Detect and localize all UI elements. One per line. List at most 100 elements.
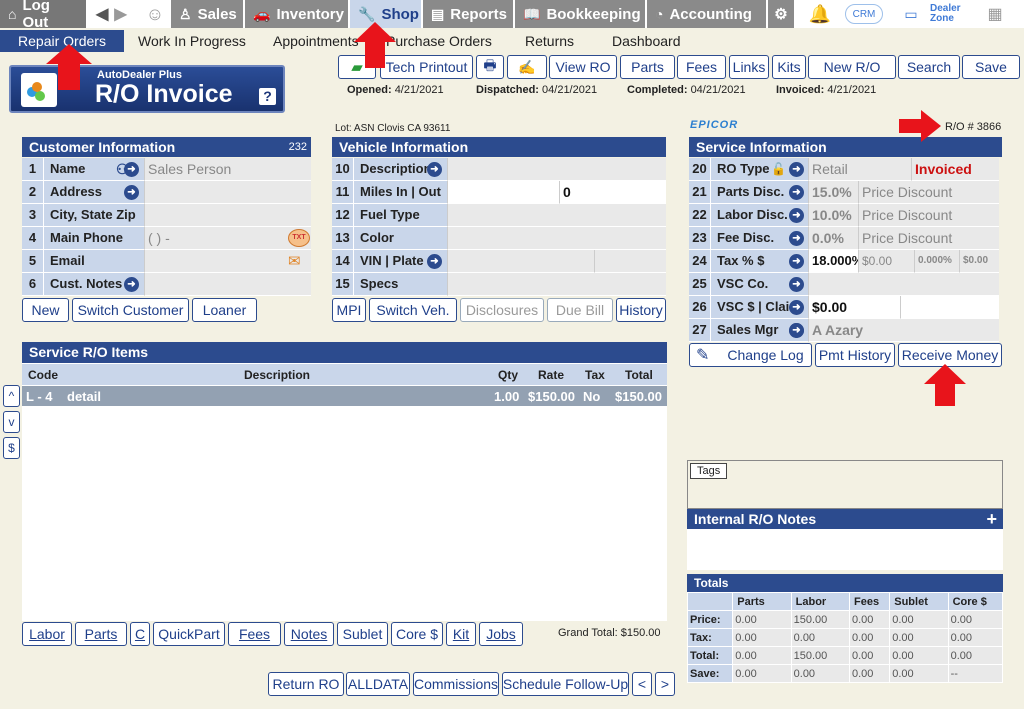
subnav-appointments[interactable]: Appointments [273,30,359,52]
price-button[interactable]: $ [3,437,20,459]
print-button[interactable]: 🖶 [476,55,504,79]
fees-button[interactable]: Fees [677,55,726,79]
sales-manager-field[interactable]: A Azary [808,319,999,342]
save-button[interactable]: Save [962,55,1020,79]
vsc-amount-field[interactable]: $0.00 [808,296,900,319]
plate-field[interactable] [594,250,666,273]
labor-button[interactable]: Labor [22,622,72,646]
back-forward-buttons[interactable]: ◀ ▶ [88,0,138,28]
lookup-arrow-icon[interactable]: ➜ [789,254,804,269]
pmt-history-button[interactable]: Pmt History [815,343,895,367]
new-ro-button[interactable]: New R/O [808,55,896,79]
lookup-arrow-icon[interactable]: ➜ [427,162,442,177]
view-ro-button[interactable]: View RO [549,55,617,79]
change-log-button[interactable]: ✎ Change Log [689,343,812,367]
user-face-icon[interactable]: ☺ [140,0,170,28]
customer-field-value[interactable] [144,273,311,296]
jobs-button[interactable]: Jobs [479,622,523,646]
commissions-button[interactable]: Commissions [413,672,499,696]
dealer-zone-label[interactable]: Dealer Zone [930,4,961,24]
customer-field-value[interactable]: ( ) - [144,227,311,250]
dealer-zone-icon[interactable]: ▭ [900,0,922,28]
schedule-follow-up-button[interactable]: Schedule Follow-Up [502,672,629,696]
disclosures-button[interactable]: Disclosures [460,298,544,322]
lookup-arrow-icon[interactable]: ➜ [789,231,804,246]
help-button[interactable]: ? [259,88,276,105]
vsc-company-field[interactable] [808,273,999,296]
forward-arrow-icon[interactable]: ▶ [114,4,126,24]
crm-cloud-icon[interactable]: CRM [845,4,883,24]
parts-button[interactable]: Parts [620,55,675,79]
subnav-dashboard[interactable]: Dashboard [612,30,681,52]
tax-amount2-field[interactable]: $0.00 [959,250,999,273]
back-arrow-icon[interactable]: ◀ [96,4,108,24]
lookup-arrow-icon[interactable]: ➜ [789,300,804,315]
discount-percent-field[interactable]: 10.0% [808,204,858,227]
alldata-button[interactable]: ALLDATA [346,672,410,696]
ro-type-field[interactable]: Retail [808,158,911,181]
ro-status-field[interactable]: Invoiced [911,158,999,181]
fees-item-button[interactable]: Fees [228,622,281,646]
discount-type-field[interactable]: Price Discount [858,181,999,204]
search-button[interactable]: Search [898,55,960,79]
customer-field-value[interactable] [144,181,311,204]
mpi-button[interactable]: MPI [332,298,366,322]
return-ro-button[interactable]: Return RO [268,672,344,696]
vehicle-field-value[interactable] [447,158,666,181]
nav-sales[interactable]: ♙ Sales [171,0,243,28]
calculator-icon[interactable]: ▦ [984,0,1006,28]
customer-field-value[interactable]: Sales Person [144,158,311,181]
customer-field-value[interactable] [144,204,311,227]
kits-button[interactable]: Kits [772,55,806,79]
quickpart-button[interactable]: QuickPart [153,622,225,646]
internal-notes-area[interactable] [687,529,1003,570]
vin-field[interactable] [447,250,594,273]
nav-inventory[interactable]: 🚗 Inventory [245,0,348,28]
table-row[interactable]: L - 4 detail 1.00 $150.00 No $150.00 [22,386,667,406]
discount-percent-field[interactable]: 15.0% [808,181,858,204]
text-message-icon[interactable]: TXT [288,229,310,247]
links-button[interactable]: Links [729,55,769,79]
discount-percent-field[interactable]: 0.0% [808,227,858,250]
c-button[interactable]: C [130,622,150,646]
tags-panel[interactable]: Tags [687,460,1003,509]
settings-button[interactable]: ⚙ [768,0,794,28]
lock-icon[interactable]: 🔓 [771,158,786,180]
lookup-arrow-icon[interactable]: ➜ [789,162,804,177]
vehicle-field-value[interactable] [447,204,666,227]
switch-customer-button[interactable]: Switch Customer [72,298,189,322]
vehicle-field-value[interactable] [447,227,666,250]
move-down-button[interactable]: v [3,411,20,433]
miles-out-input[interactable]: 0 [559,181,666,204]
new-customer-button[interactable]: New [22,298,69,322]
lookup-arrow-icon[interactable]: ➜ [789,185,804,200]
tax-percent2-field[interactable]: 0.000% [914,250,959,273]
vehicle-field-value[interactable] [447,273,666,296]
notes-button[interactable]: Notes [284,622,334,646]
parts-item-button[interactable]: Parts [75,622,127,646]
logout-button[interactable]: ⌂ Log Out [0,0,86,31]
history-button[interactable]: History [616,298,666,322]
nav-accounting[interactable]: ◔ Accounting [647,0,766,28]
bell-icon[interactable]: 🔔 [806,0,834,28]
due-bill-button[interactable]: Due Bill [547,298,613,322]
nav-reports[interactable]: ▤ Reports [423,0,513,28]
miles-in-input[interactable] [447,181,559,204]
nav-bookkeeping[interactable]: 📖 Bookkeeping [515,0,645,28]
next-button[interactable]: > [655,672,675,696]
lookup-arrow-icon[interactable]: ➜ [427,254,442,269]
lookup-arrow-icon[interactable]: ➜ [124,185,139,200]
sublet-button[interactable]: Sublet [337,622,388,646]
email-envelope-icon[interactable]: ✉ [288,252,301,270]
subnav-returns[interactable]: Returns [525,30,574,52]
tax-amount-field[interactable]: $0.00 [858,250,914,273]
signature-button[interactable]: ✍ [507,55,547,79]
add-plus-icon[interactable]: + [986,509,997,529]
loaner-button[interactable]: Loaner [192,298,257,322]
core-button[interactable]: Core $ [391,622,443,646]
switch-vehicle-button[interactable]: Switch Veh. [369,298,457,322]
kit-button[interactable]: Kit [446,622,476,646]
move-up-button[interactable]: ^ [3,385,20,407]
lookup-arrow-icon[interactable]: ➜ [789,323,804,338]
lookup-arrow-icon[interactable]: ➜ [789,277,804,292]
